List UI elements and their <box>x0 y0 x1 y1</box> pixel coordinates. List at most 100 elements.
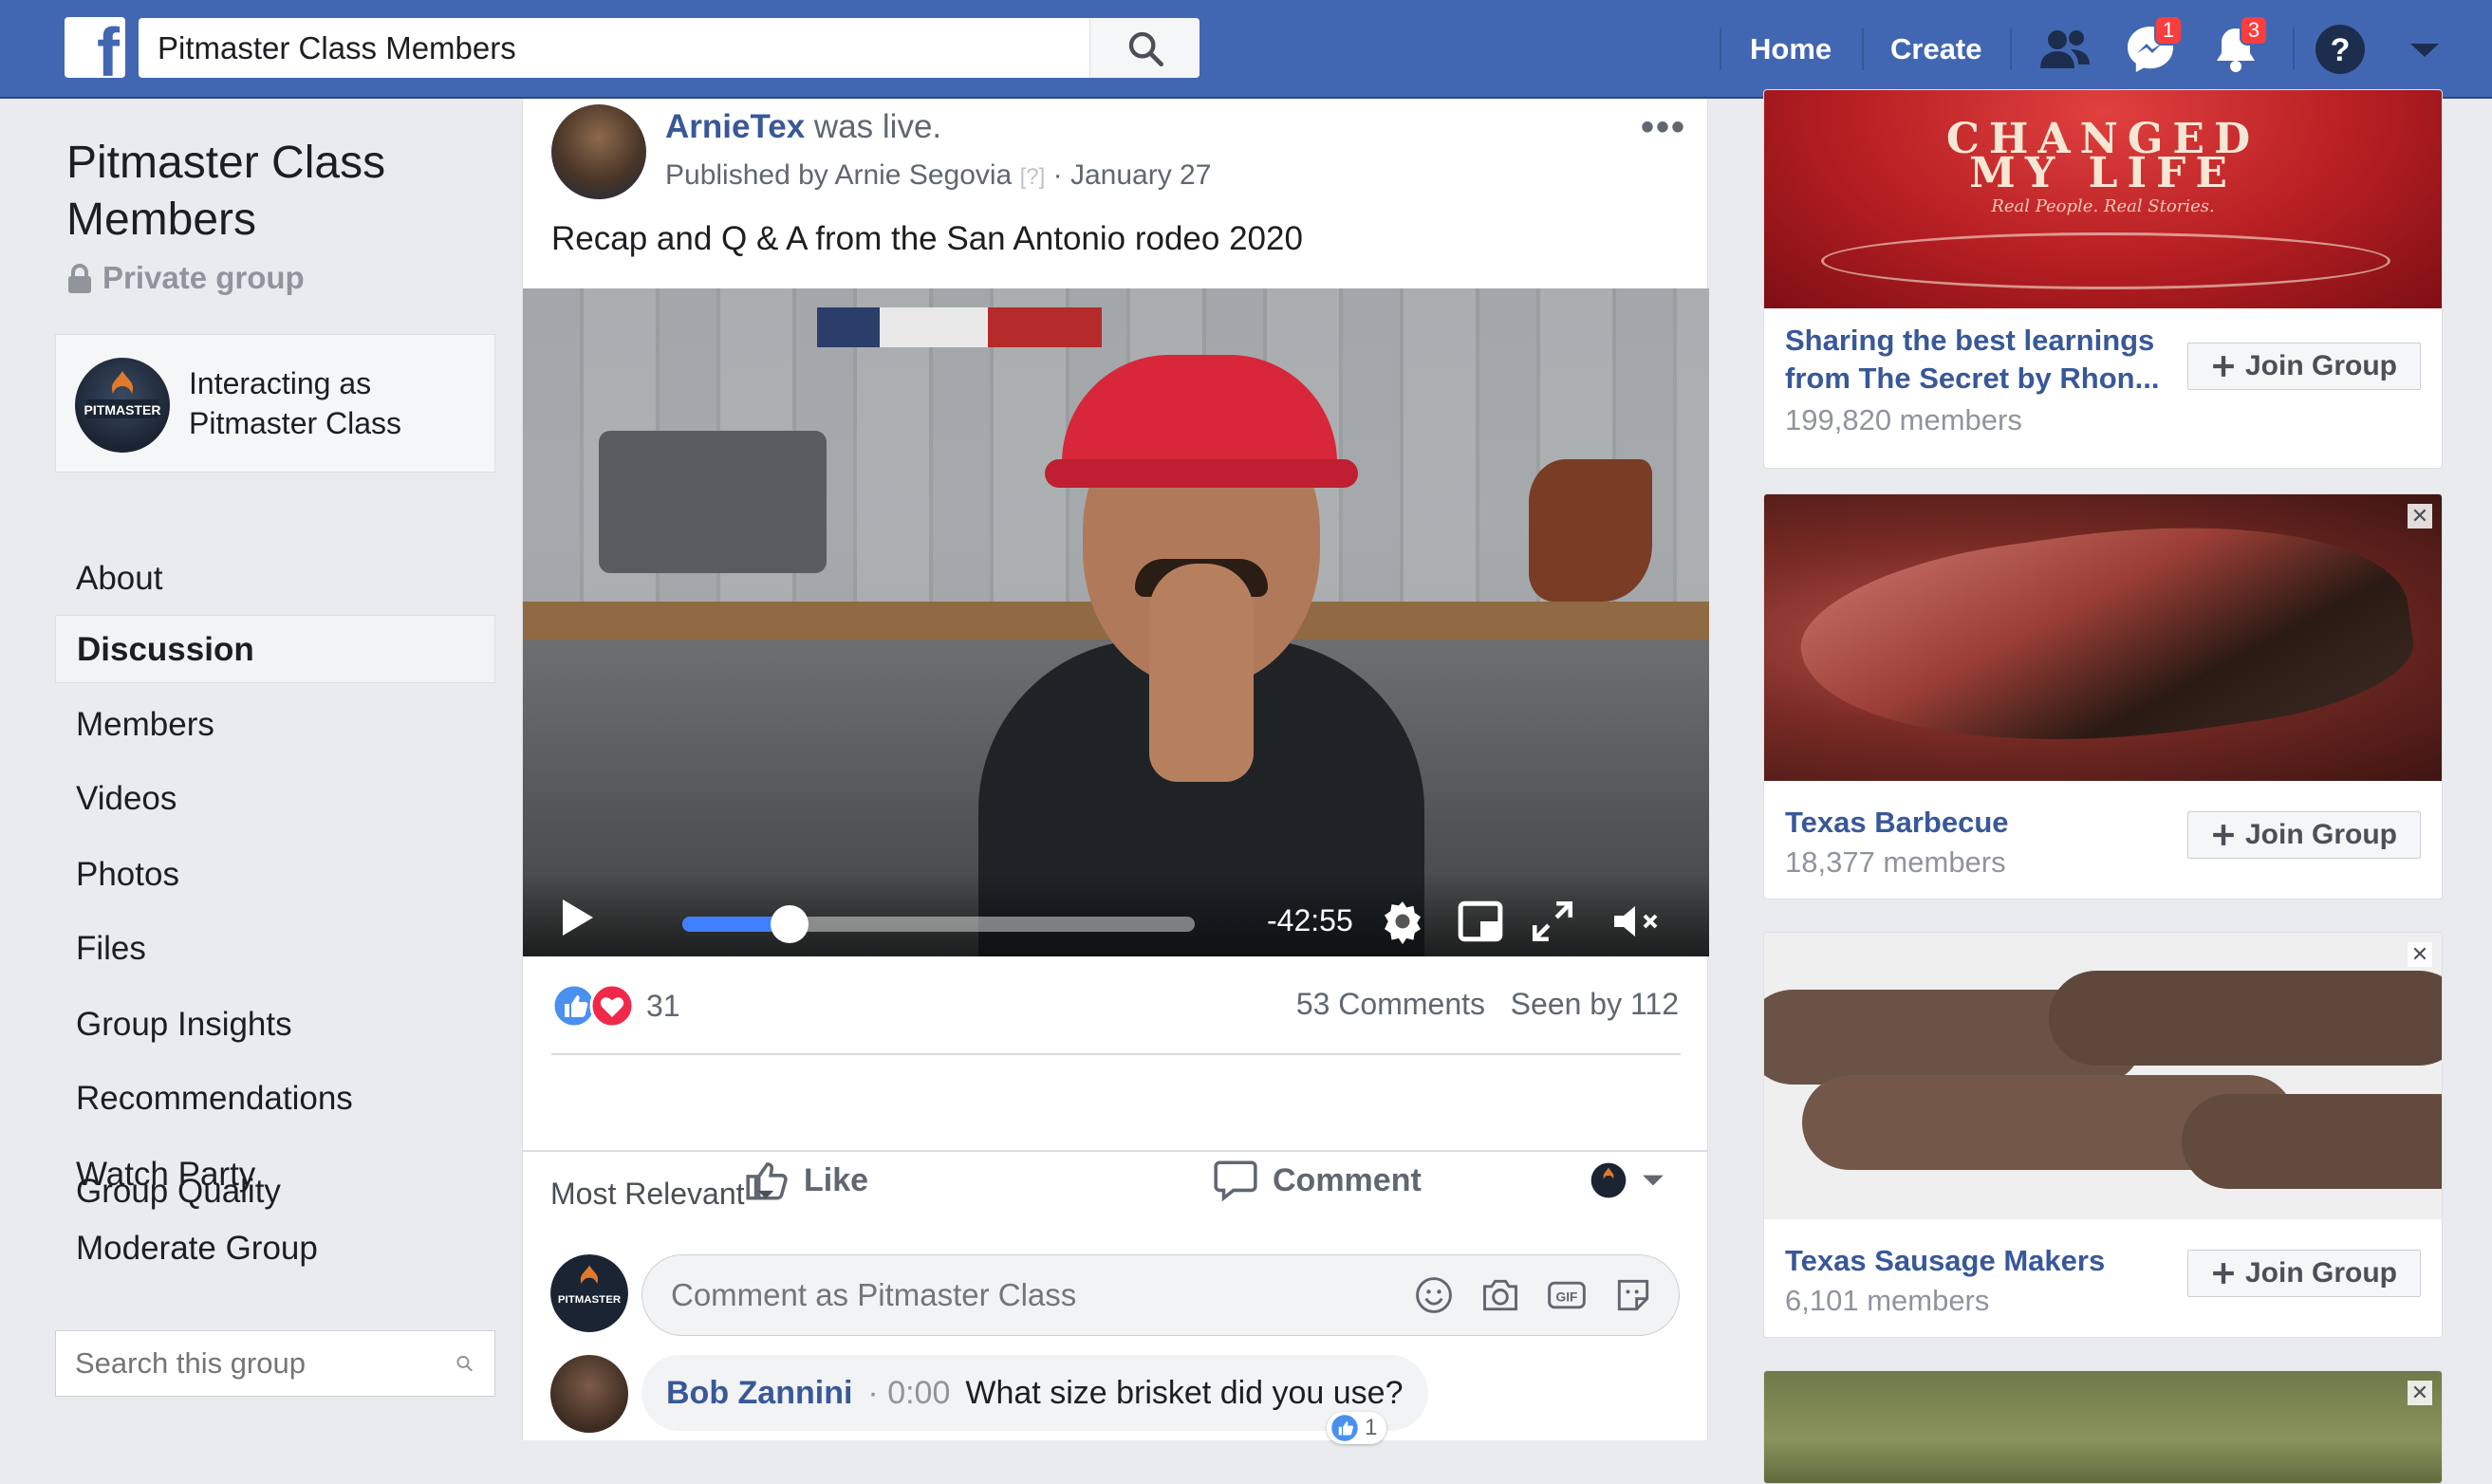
group-name-link[interactable]: Texas Barbecue <box>1785 804 2165 842</box>
comment-video-timestamp[interactable]: · 0:00 <box>867 1375 950 1412</box>
account-menu-chevron-down-icon[interactable] <box>2401 21 2448 78</box>
comment-text: What size brisket did you use? <box>965 1374 1404 1411</box>
comment-sort-dropdown[interactable]: Most Relevant <box>550 1177 775 1212</box>
join-group-label: Join Group <box>2245 350 2397 381</box>
reactions-summary[interactable]: 31 <box>551 981 680 1030</box>
cover-text-my-life: MY LIFE <box>1969 149 2237 197</box>
sidebar-item-videos[interactable]: Videos <box>55 765 495 833</box>
notifications-icon[interactable]: 3 <box>2207 15 2268 78</box>
comment-like-number: 1 <box>1365 1415 1378 1440</box>
pitmaster-class-avatar: PITMASTER <box>75 358 170 453</box>
group-cover-image[interactable] <box>1764 1371 2442 1483</box>
gif-icon[interactable]: GIF <box>1546 1274 1588 1316</box>
group-name-line: from The Secret by Rhon... <box>1785 362 2160 395</box>
interacting-as-line: Interacting as <box>189 366 372 400</box>
join-group-label: Join Group <box>2245 819 2397 850</box>
sticker-icon[interactable] <box>1612 1274 1654 1316</box>
picture-in-picture-icon[interactable] <box>1457 898 1504 945</box>
divider <box>551 1053 1681 1055</box>
suggested-group-card: CHANGED MY LIFE Real People. Real Storie… <box>1763 89 2443 469</box>
sidebar-item-recommendations[interactable]: Recommendations <box>55 1065 495 1133</box>
sidebar-item-group-insights[interactable]: Group Insights <box>55 991 495 1059</box>
sidebar-item-about[interactable]: About <box>55 545 495 613</box>
help-mark[interactable]: [?] <box>1020 164 1046 190</box>
sidebar-item-group-quality[interactable]: Group Quality <box>55 1158 495 1226</box>
plus-icon <box>2213 356 2234 377</box>
dismiss-close-icon[interactable]: ✕ <box>2408 1381 2432 1405</box>
camera-icon[interactable] <box>1479 1274 1521 1316</box>
cover-seal-decoration <box>1821 232 2390 289</box>
join-group-button[interactable]: Join Group <box>2187 811 2421 859</box>
post-date-link[interactable]: January 27 <box>1070 159 1211 191</box>
sidebar-item-discussion[interactable]: Discussion <box>55 615 495 683</box>
post-as-selector[interactable] <box>1590 1152 1665 1209</box>
friend-requests-icon[interactable] <box>2036 21 2093 78</box>
comment-author-link[interactable]: Bob Zannini <box>666 1375 852 1412</box>
sidebar-item-photos[interactable]: Photos <box>55 841 495 909</box>
comment-input[interactable] <box>642 1255 1413 1335</box>
search-icon <box>1128 31 1163 66</box>
video-progress-bar[interactable] <box>682 905 1195 943</box>
comment-label: Comment <box>1273 1161 1422 1198</box>
author-avatar[interactable] <box>551 104 646 199</box>
meta-dot: · <box>1052 159 1063 191</box>
comment-button[interactable]: Comment <box>1212 1152 1422 1209</box>
comment-like-count[interactable]: 1 <box>1327 1412 1387 1444</box>
emoji-icon[interactable] <box>1413 1274 1455 1316</box>
post-stats: 53 Comments Seen by 112 <box>1296 987 1679 1022</box>
dismiss-close-icon[interactable]: ✕ <box>2408 942 2432 967</box>
play-icon[interactable] <box>563 900 593 936</box>
seen-by-link[interactable]: Seen by 112 <box>1511 987 1679 1021</box>
plus-icon <box>2213 825 2234 845</box>
bob-zannini-avatar[interactable] <box>550 1355 628 1433</box>
settings-gear-icon[interactable] <box>1379 898 1426 945</box>
like-label: Like <box>804 1161 869 1198</box>
nav-create-link[interactable]: Create <box>1890 28 1982 70</box>
suggested-group-card: ✕ <box>1763 1370 2443 1484</box>
join-group-button[interactable]: Join Group <box>2187 1250 2421 1297</box>
interacting-as-name: Pitmaster Class <box>189 406 402 440</box>
post-action-text: was live. <box>813 108 942 145</box>
comments-divider <box>522 1150 1708 1152</box>
fullscreen-icon[interactable] <box>1529 898 1576 945</box>
group-name-link[interactable]: Texas Sausage Makers <box>1785 1242 2165 1280</box>
video-frame-grill <box>599 431 827 573</box>
facebook-logo-icon[interactable]: f <box>65 17 125 78</box>
volume-muted-icon[interactable] <box>1609 898 1658 945</box>
comments-count-link[interactable]: 53 Comments <box>1296 987 1485 1021</box>
global-search-bar <box>139 18 1200 78</box>
group-cover-image[interactable] <box>1764 494 2442 783</box>
dismiss-close-icon[interactable]: ✕ <box>2408 504 2432 529</box>
top-navigation-bar: f Home Create 1 3 <box>0 0 2492 99</box>
post-author-link[interactable]: ArnieTex <box>665 108 805 145</box>
join-group-button[interactable]: Join Group <box>2187 343 2421 390</box>
group-title[interactable]: Pitmaster Class Members <box>66 135 465 249</box>
reaction-count: 31 <box>646 988 680 1023</box>
global-search-input[interactable] <box>139 18 1089 78</box>
nav-separator <box>1862 28 1864 70</box>
messenger-icon[interactable]: 1 <box>2122 15 2183 78</box>
group-name-link[interactable]: Sharing the best learnings from The Secr… <box>1785 322 2165 398</box>
group-cover-image[interactable] <box>1764 933 2442 1219</box>
privacy-text: Private group <box>102 260 305 295</box>
video-scrubber-handle[interactable] <box>771 905 809 943</box>
help-icon[interactable]: ? <box>2312 21 2369 78</box>
group-cover-image[interactable]: CHANGED MY LIFE Real People. Real Storie… <box>1764 90 2442 308</box>
group-search-input[interactable] <box>56 1331 456 1396</box>
svg-text:PITMASTER: PITMASTER <box>84 402 161 417</box>
sidebar-item-members[interactable]: Members <box>55 691 495 759</box>
nav-home-link[interactable]: Home <box>1750 28 1832 70</box>
interacting-as-switcher[interactable]: PITMASTER Interacting as Pitmaster Class <box>55 334 495 473</box>
cover-text-tagline: Real People. Real Stories. <box>1991 196 2215 216</box>
notifications-badge: 3 <box>2240 15 2268 46</box>
group-search-box <box>55 1330 495 1397</box>
search-icon[interactable] <box>456 1345 474 1382</box>
search-button[interactable] <box>1089 18 1200 78</box>
live-video-player[interactable]: -42:55 <box>523 288 1709 956</box>
like-reaction-icon <box>1331 1415 1358 1441</box>
post-options-more-icon[interactable]: ••• <box>1641 106 1686 149</box>
join-group-label: Join Group <box>2245 1257 2397 1289</box>
video-frame-person <box>978 326 1424 956</box>
sidebar-item-files[interactable]: Files <box>55 915 495 983</box>
post-text: Recap and Q & A from the San Antonio rod… <box>551 220 1303 257</box>
